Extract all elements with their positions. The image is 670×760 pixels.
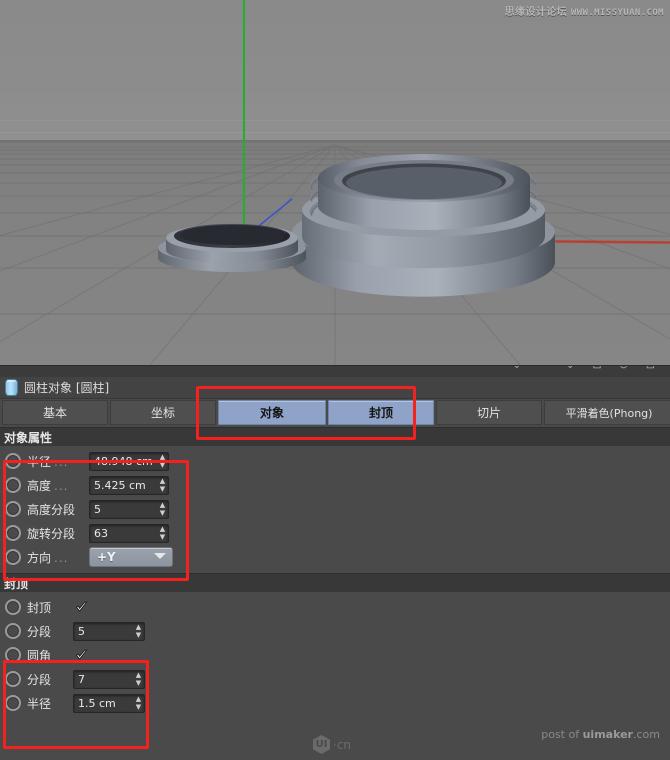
label-rotation-segments: 旋转分段: [27, 525, 75, 542]
section-header-object-properties: 对象属性: [0, 427, 670, 446]
tab-slice[interactable]: 切片: [436, 400, 542, 425]
label-cap-enable: 封顶: [27, 599, 51, 616]
cylinder-lid: [158, 224, 306, 272]
dots: ...: [54, 551, 68, 565]
watermark-top-cn: 思缘设计论坛: [505, 7, 567, 18]
ui-logo-icon: UI: [313, 735, 330, 754]
label-orientation: 方向: [27, 549, 51, 566]
radio-height[interactable]: [5, 477, 21, 493]
radio-rotation-segments[interactable]: [5, 525, 21, 541]
label-height-segments: 高度分段: [27, 501, 75, 518]
label-radius: 半径: [27, 453, 51, 470]
section-header-caps: 封顶: [0, 573, 670, 592]
tab-object[interactable]: 对象: [218, 400, 326, 425]
radio-fillet-radius[interactable]: [5, 695, 21, 711]
radio-radius[interactable]: [5, 453, 21, 469]
row-height-segments: 高度分段 5 ▲▼: [0, 497, 670, 521]
radio-cap-enable[interactable]: [5, 599, 21, 615]
dots: ...: [54, 455, 68, 469]
row-fillet-radius: 半径 1.5 cm ▲▼: [0, 691, 670, 715]
label-cap-segments: 分段: [27, 623, 51, 640]
row-rotation-segments: 旋转分段 63 ▲▼: [0, 521, 670, 545]
post-prefix: post of: [541, 728, 582, 741]
viewport-3d[interactable]: 思缘设计论坛 WWW.MISSYUAN.COM: [0, 0, 670, 365]
row-orientation: 方向 ... +Y: [0, 545, 670, 569]
ui-logo-suffix: ·cn: [333, 738, 351, 752]
label-fillet-segments: 分段: [27, 671, 51, 688]
input-height-segments-value: 5: [90, 503, 101, 516]
watermark-top: 思缘设计论坛 WWW.MISSYUAN.COM: [505, 3, 664, 18]
watermark-uimaker: post of uimaker.com: [541, 728, 660, 741]
input-radius-value: 48.948 cm: [90, 455, 153, 468]
ui-logo-text: UI: [316, 739, 328, 750]
radio-fillet-segments[interactable]: [5, 671, 21, 687]
input-height[interactable]: 5.425 cm ▲▼: [89, 476, 169, 495]
watermark-top-domain: WWW.MISSYUAN.COM: [571, 8, 664, 18]
input-rotation-segments[interactable]: 63 ▲▼: [89, 524, 169, 543]
spinner-rotation-segments[interactable]: ▲▼: [159, 526, 166, 540]
input-fillet-radius[interactable]: 1.5 cm ▲▼: [73, 694, 145, 713]
input-radius[interactable]: 48.948 cm ▲▼: [89, 452, 169, 471]
section-body-caps: 封顶 分段 5 ▲▼: [0, 592, 670, 719]
post-brand: uimaker: [583, 728, 633, 741]
spinner-fillet-segments[interactable]: ▲▼: [135, 672, 142, 686]
spinner-height[interactable]: ▲▼: [159, 478, 166, 492]
viewport-toolbar-right-icons[interactable]: ⌄ ⌃ ⌄ ⊡ ⊙ ⊟: [512, 365, 662, 371]
input-rotation-segments-value: 63: [90, 527, 108, 540]
input-cap-segments-value: 5: [74, 625, 85, 638]
row-height: 高度 ... 5.425 cm ▲▼: [0, 473, 670, 497]
radio-fillet-enable[interactable]: [5, 647, 21, 663]
spinner-fillet-radius[interactable]: ▲▼: [135, 696, 142, 710]
row-fillet-segments: 分段 7 ▲▼: [0, 667, 670, 691]
radio-height-segments[interactable]: [5, 501, 21, 517]
app-root: 思缘设计论坛 WWW.MISSYUAN.COM ▫ ▪ ▫ ▪▫▪ ▫ ▪ ▫▪…: [0, 0, 670, 760]
spinner-radius[interactable]: ▲▼: [159, 454, 166, 468]
dots: ...: [54, 479, 68, 493]
cylinder-jar-body: [292, 154, 555, 297]
attribute-manager: 圆柱对象 [圆柱] 基本 坐标 对象 封顶 切片 平滑着色(Phong) 对象属…: [0, 377, 670, 760]
spinner-cap-segments[interactable]: ▲▼: [135, 624, 142, 638]
tab-phong[interactable]: 平滑着色(Phong): [544, 400, 670, 425]
post-suffix: .com: [633, 728, 660, 741]
cylinder-icon: [5, 379, 18, 396]
checkbox-fillet-enable[interactable]: [75, 649, 88, 662]
label-height: 高度: [27, 477, 51, 494]
tab-coordinates[interactable]: 坐标: [110, 400, 216, 425]
chevron-down-icon: [154, 553, 166, 559]
input-height-value: 5.425 cm: [90, 479, 146, 492]
section-body-object-properties: 半径 ... 48.948 cm ▲▼ 高度 ... 5.425 cm ▲▼: [0, 446, 670, 573]
input-fillet-radius-value: 1.5 cm: [74, 697, 116, 710]
input-fillet-segments[interactable]: 7 ▲▼: [73, 670, 145, 689]
input-fillet-segments-value: 7: [74, 673, 85, 686]
label-fillet-radius: 半径: [27, 695, 51, 712]
axis-x-front: [556, 242, 670, 243]
dropdown-orientation-value: +Y: [90, 550, 116, 564]
object-title-label: 圆柱对象 [圆柱]: [24, 379, 109, 396]
radio-cap-segments[interactable]: [5, 623, 21, 639]
label-fillet-enable: 圆角: [27, 647, 51, 664]
attribute-tab-bar: 基本 坐标 对象 封顶 切片 平滑着色(Phong): [0, 399, 670, 427]
input-height-segments[interactable]: 5 ▲▼: [89, 500, 169, 519]
watermark-uicn: UI ·cn: [313, 735, 351, 754]
input-cap-segments[interactable]: 5 ▲▼: [73, 622, 145, 641]
tab-caps[interactable]: 封顶: [328, 400, 434, 425]
viewport-toolbar-left-icons[interactable]: ▫ ▪ ▫ ▪▫▪ ▫ ▪ ▫▪: [10, 365, 136, 369]
dropdown-orientation[interactable]: +Y: [89, 547, 173, 567]
object-title-bar: 圆柱对象 [圆柱]: [0, 377, 670, 399]
row-cap-segments: 分段 5 ▲▼: [0, 619, 670, 643]
tab-basic[interactable]: 基本: [2, 400, 108, 425]
checkbox-cap-enable[interactable]: [75, 601, 88, 614]
spinner-height-segments[interactable]: ▲▼: [159, 502, 166, 516]
row-fillet-enable: 圆角: [0, 643, 670, 667]
viewport-grid: [0, 0, 670, 365]
row-cap-enable: 封顶: [0, 595, 670, 619]
radio-orientation[interactable]: [5, 549, 21, 565]
row-radius: 半径 ... 48.948 cm ▲▼: [0, 449, 670, 473]
